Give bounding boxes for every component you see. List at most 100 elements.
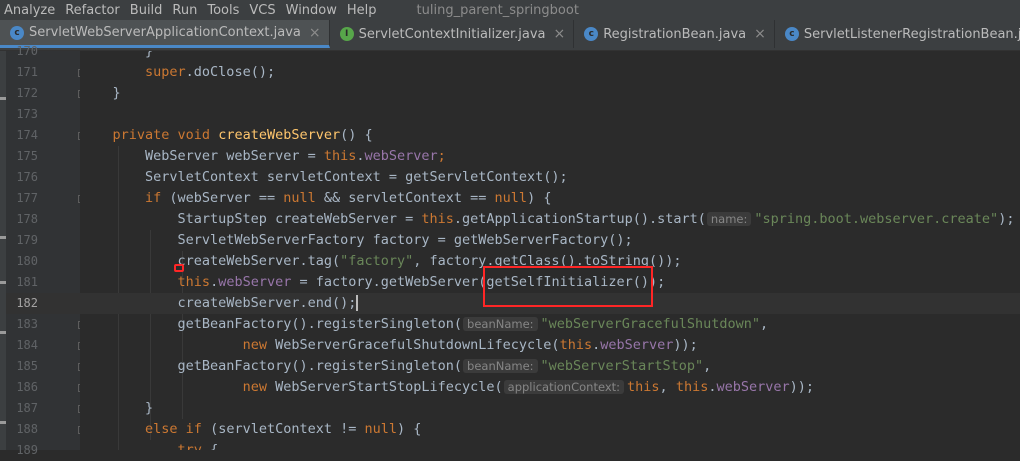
line-number[interactable]: 188 [12, 419, 38, 440]
code-token: ); [998, 211, 1015, 227]
line-number[interactable]: 175 [12, 146, 38, 167]
menu-tools[interactable]: Tools [203, 3, 245, 18]
code-token: webServer [716, 379, 790, 395]
code-line[interactable]: getBeanFactory().registerSingleton(beanN… [80, 356, 1020, 377]
code-token: if [145, 190, 170, 206]
code-token: StartupStep createWebServer = [80, 211, 422, 227]
line-number[interactable]: 180 [12, 251, 38, 272]
code-line[interactable]: WebServer webServer = this.webServer; [80, 146, 1020, 167]
code-line[interactable]: } [80, 398, 1020, 419]
code-line[interactable]: new WebServerGracefulShutdownLifecycle(t… [80, 335, 1020, 356]
code-line[interactable]: if (webServer == null && servletContext … [80, 188, 1020, 209]
code-token: , [703, 358, 712, 374]
menu-refactor[interactable]: Refactor [61, 3, 126, 18]
code-token: createWebServer.end(); [80, 295, 357, 311]
menu-help[interactable]: Help [343, 3, 383, 18]
code-line[interactable]: ServletWebServerFactory factory = getWeb… [80, 230, 1020, 251]
code-token: webServer [600, 337, 674, 353]
code-token: .getApplicationStartup().start( [453, 211, 706, 227]
code-token: { [210, 442, 219, 450]
code-line[interactable]: private void createWebServer() { [80, 125, 1020, 146]
line-number[interactable]: 176 [12, 167, 38, 188]
code-line[interactable]: else if (servletContext != null) { [80, 419, 1020, 440]
code-token: "factory" [340, 253, 414, 269]
code-token: createWebServer [218, 127, 341, 143]
editor-tab[interactable]: c ServletWebServerApplicationContext.java… [0, 20, 330, 48]
line-number[interactable]: 183 [12, 314, 38, 335]
code-line[interactable]: } [80, 83, 1020, 104]
code-token: . [356, 148, 365, 164]
code-token: null [494, 190, 528, 206]
tab-label: RegistrationBean.java [603, 26, 747, 42]
code-token: new [242, 337, 276, 353]
editor-tab[interactable]: c RegistrationBean.java × [574, 20, 775, 48]
code-token: this [177, 274, 211, 290]
line-number[interactable]: 173 [12, 104, 38, 125]
project-title: tuling_parent_springboot [416, 2, 579, 18]
line-number[interactable]: 189 [12, 440, 38, 461]
line-number[interactable]: 178 [12, 209, 38, 230]
text-caret [356, 295, 359, 311]
tab-label: ServletListenerRegistrationBean.java [803, 26, 1020, 42]
parameter-hint: applicationContext: [503, 380, 625, 394]
code-token: . [592, 337, 601, 353]
close-icon[interactable]: × [309, 25, 321, 41]
code-token: try [177, 442, 211, 450]
line-number[interactable]: 179 [12, 230, 38, 251]
code-token: () { [340, 127, 373, 143]
code-token: "webServerStartStop" [540, 358, 704, 374]
editor-tab-bar: c ServletWebServerApplicationContext.java… [0, 20, 1020, 51]
line-number-gutter[interactable]: 170 171 172 173 174 175 176 177 178 179 180 181 182 1… [6, 44, 85, 457]
interface-icon: I [339, 27, 354, 41]
editor-tab[interactable]: I ServletContextInitializer.java × [330, 20, 575, 48]
tab-label: ServletWebServerApplicationContext.java [29, 25, 301, 40]
code-line[interactable]: } [80, 51, 1020, 62]
line-number[interactable]: 187 [12, 398, 38, 419]
line-number[interactable]: 185 [12, 356, 38, 377]
code-token: ) { [397, 421, 422, 437]
code-token: )); [673, 337, 698, 353]
code-line[interactable]: getBeanFactory().registerSingleton(beanN… [80, 314, 1020, 335]
code-token: WebServerGracefulShutdownLifecycle( [275, 337, 560, 353]
menu-build[interactable]: Build [126, 3, 169, 18]
code-line[interactable]: try { [80, 440, 1020, 450]
menu-run[interactable]: Run [168, 3, 203, 18]
code-token: ; [437, 148, 446, 164]
line-number[interactable]: 171 [12, 62, 38, 83]
line-number[interactable]: 174 [12, 125, 38, 146]
code-editor[interactable]: } super.doClose(); } private void create… [80, 51, 1020, 450]
close-icon[interactable]: × [754, 26, 766, 42]
code-token: "webServerGracefulShutdown" [540, 316, 760, 332]
code-line[interactable]: new WebServerStartStopLifecycle(applicat… [80, 377, 1020, 398]
breakpoint-marker-annotation [174, 264, 184, 272]
code-token: new [242, 379, 276, 395]
menu-analyze[interactable]: Analyze [0, 3, 61, 18]
menu-window[interactable]: Window [282, 3, 343, 18]
code-token: getBeanFactory().registerSingleton( [80, 316, 463, 332]
code-token: createWebServer.tag( [80, 253, 341, 269]
editor-tab[interactable]: cServletListenerRegistrationBean.java× [775, 20, 1020, 48]
line-number[interactable]: 177 [12, 188, 38, 209]
code-line[interactable] [80, 104, 1020, 125]
code-token: ) { [527, 190, 552, 206]
code-token: else if [145, 421, 211, 437]
line-number[interactable]: 182 [12, 293, 38, 314]
code-token: null [364, 421, 398, 437]
code-token: && servletContext == [323, 190, 495, 206]
class-icon: c [584, 27, 599, 41]
line-number[interactable]: 186 [12, 377, 38, 398]
line-number[interactable]: 170 [12, 41, 38, 62]
code-line[interactable]: StartupStep createWebServer = this.getAp… [80, 209, 1020, 230]
code-line[interactable]: super.doClose(); [80, 62, 1020, 83]
highlight-annotation-box [483, 266, 653, 307]
line-number[interactable]: 172 [12, 83, 38, 104]
menu-bar: Analyze Refactor Build Run Tools VCS Window Hel… [0, 0, 1020, 20]
line-number[interactable]: 184 [12, 335, 38, 356]
close-icon[interactable]: × [554, 26, 566, 42]
code-line[interactable]: ServletContext servletContext = getServl… [80, 167, 1020, 188]
line-number[interactable]: 181 [12, 272, 38, 293]
menu-vcs[interactable]: VCS [245, 3, 281, 18]
